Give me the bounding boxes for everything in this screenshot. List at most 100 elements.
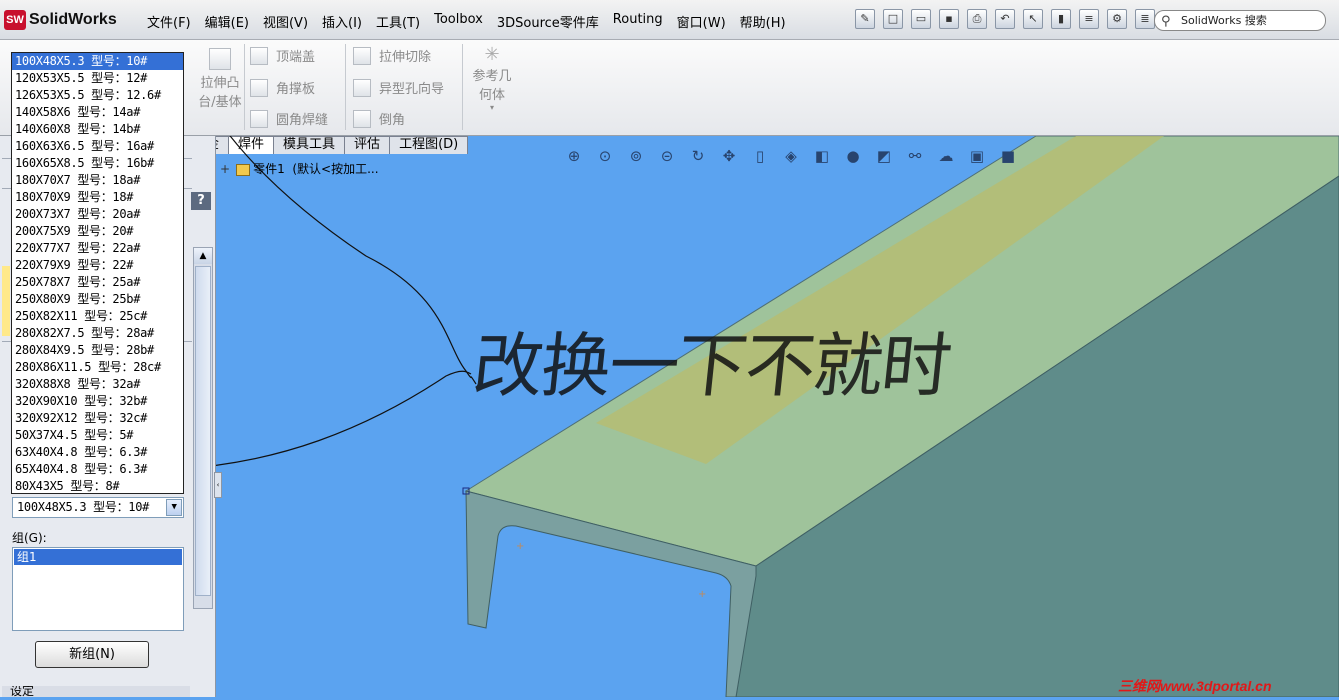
- view-settings-icon[interactable]: ⚯: [904, 146, 926, 166]
- profile-option[interactable]: 280X84X9.5 型号：28b#: [12, 342, 183, 359]
- help-icon[interactable]: ?: [191, 192, 211, 210]
- reference-geometry-button[interactable]: ✳ 参考几何体 ▾: [470, 44, 514, 112]
- profile-option[interactable]: 140X60X8 型号：14b#: [12, 121, 183, 138]
- menu-help[interactable]: 帮助(H): [733, 12, 793, 31]
- search-box[interactable]: ⚲ SolidWorks 搜索: [1154, 10, 1326, 31]
- heads-up-view-toolbar: ⊕ ⊙ ⊚ ⊝ ↻ ✥ ▯ ◈ ◧ ● ◩ ⚯ ☁ ▣ ■: [563, 146, 1019, 168]
- zoom-to-area-icon[interactable]: ⊙: [594, 146, 616, 166]
- file-properties-icon[interactable]: ≡: [1079, 9, 1099, 29]
- profile-option[interactable]: 100X48X5.3 型号：10#: [12, 53, 183, 70]
- menu-file[interactable]: 文件(F): [140, 12, 198, 31]
- logo-badge: SW: [4, 10, 26, 30]
- panel-collapse-handle[interactable]: ‹: [214, 472, 222, 498]
- pan-icon[interactable]: ✥: [718, 146, 740, 166]
- profile-option[interactable]: 320X92X12 型号：32c#: [12, 410, 183, 427]
- profile-option[interactable]: 180X70X9 型号：18#: [12, 189, 183, 206]
- group-list[interactable]: 组1: [12, 547, 184, 631]
- profile-option[interactable]: 280X82X7.5 型号：28a#: [12, 325, 183, 342]
- feature-tree-root[interactable]: + 零件1 (默认<按加工...: [220, 160, 379, 177]
- profile-option[interactable]: 250X78X7 型号：25a#: [12, 274, 183, 291]
- solidworks-logo[interactable]: SW SolidWorks: [4, 8, 117, 32]
- fillet-bead-label: 圆角焊缝: [276, 113, 329, 128]
- profile-select[interactable]: 100X48X5.3 型号：10# ▼: [12, 497, 184, 518]
- sketch-point-marker: +: [698, 589, 706, 600]
- profile-option[interactable]: 250X82X11 型号：25c#: [12, 308, 183, 325]
- pin-icon[interactable]: ✎: [855, 9, 875, 29]
- menu-toolbox[interactable]: Toolbox: [427, 12, 490, 31]
- menu-3dsource[interactable]: 3DSource零件库: [490, 12, 606, 31]
- ribbon-separator: [244, 44, 245, 130]
- profile-option[interactable]: 120X53X5.5 型号：12#: [12, 70, 183, 87]
- end-cap-icon: [250, 46, 268, 65]
- extruded-cut-button[interactable]: 拉伸切除: [353, 46, 431, 65]
- scene-icon[interactable]: ☁: [935, 146, 957, 166]
- render-tools-icon[interactable]: ▣: [966, 146, 988, 166]
- profile-option[interactable]: 280X86X11.5 型号：28c#: [12, 359, 183, 376]
- scroll-thumb[interactable]: [195, 266, 211, 596]
- menu-tools[interactable]: 工具(T): [369, 12, 427, 31]
- profile-option[interactable]: 320X88X8 型号：32a#: [12, 376, 183, 393]
- profile-option[interactable]: 200X75X9 型号：20#: [12, 223, 183, 240]
- menu-edit[interactable]: 编辑(E): [198, 12, 256, 31]
- hide-show-icon[interactable]: ●: [842, 146, 864, 166]
- menu-window[interactable]: 窗口(W): [670, 12, 733, 31]
- rebuild-icon[interactable]: ▮: [1051, 9, 1071, 29]
- profile-option[interactable]: 140X58X6 型号：14a#: [12, 104, 183, 121]
- display-style-icon[interactable]: ◧: [811, 146, 833, 166]
- graphics-area[interactable]: + + 改换一下不就时: [185, 45, 1339, 698]
- group-list-item[interactable]: 组1: [14, 549, 182, 565]
- select-icon[interactable]: ↖: [1023, 9, 1043, 29]
- command-manager: 拉伸凸台/基体 顶端盖 角撑板 圆角焊缝 拉伸切除 异型孔向导 倒角 ✳ 参考几…: [0, 40, 1339, 136]
- chevron-down-icon[interactable]: ▼: [166, 499, 182, 516]
- extruded-cut-label: 拉伸切除: [379, 50, 432, 65]
- view-orientation-icon[interactable]: ◈: [780, 146, 802, 166]
- save-icon[interactable]: ▪: [939, 9, 959, 29]
- section-view-icon[interactable]: ▯: [749, 146, 771, 166]
- quick-access-toolbar: ✎ □ ▭ ▪ ⎙ ↶ ↖ ▮ ≡ ⚙ ≣: [855, 9, 1155, 29]
- new-document-icon[interactable]: □: [883, 9, 903, 29]
- open-icon[interactable]: ▭: [911, 9, 931, 29]
- profile-option[interactable]: 250X80X9 型号：25b#: [12, 291, 183, 308]
- options-icon[interactable]: ⚙: [1107, 9, 1127, 29]
- profile-option[interactable]: 180X70X7 型号：18a#: [12, 172, 183, 189]
- profile-option[interactable]: 220X77X7 型号：22a#: [12, 240, 183, 257]
- profile-option[interactable]: 63X40X4.8 型号：6.3#: [12, 444, 183, 461]
- undo-icon[interactable]: ↶: [995, 9, 1015, 29]
- zoom-to-fit-icon[interactable]: ⊕: [563, 146, 585, 166]
- profile-option[interactable]: 160X65X8.5 型号：16b#: [12, 155, 183, 172]
- profile-option[interactable]: 65X40X4.8 型号：6.3#: [12, 461, 183, 478]
- site-watermark: 三维网www.3dportal.cn: [1118, 678, 1272, 694]
- macro-icon[interactable]: ≣: [1135, 9, 1155, 29]
- menu-routing[interactable]: Routing: [606, 12, 670, 31]
- panel-scrollbar[interactable]: ▲: [193, 247, 213, 609]
- settings-section-header[interactable]: 设定: [2, 686, 190, 697]
- new-group-button[interactable]: 新组(N): [35, 641, 149, 668]
- profile-option[interactable]: 320X90X10 型号：32b#: [12, 393, 183, 410]
- hole-wizard-button[interactable]: 异型孔向导: [353, 78, 444, 97]
- scroll-up-icon[interactable]: ▲: [194, 248, 212, 264]
- expand-icon[interactable]: +: [220, 162, 230, 176]
- chamfer-label: 倒角: [379, 113, 406, 128]
- profile-option[interactable]: 220X79X9 型号：22#: [12, 257, 183, 274]
- profile-option[interactable]: 200X73X7 型号：20a#: [12, 206, 183, 223]
- profile-option[interactable]: 126X53X5.5 型号：12.6#: [12, 87, 183, 104]
- gusset-button[interactable]: 角撑板: [250, 78, 315, 97]
- chamfer-button[interactable]: 倒角: [353, 109, 405, 128]
- profile-option[interactable]: 50X37X4.5 型号：5#: [12, 427, 183, 444]
- cube-view-icon[interactable]: ■: [997, 146, 1019, 166]
- zoom-in-out-icon[interactable]: ⊚: [625, 146, 647, 166]
- edit-appearance-icon[interactable]: ◩: [873, 146, 895, 166]
- print-icon[interactable]: ⎙: [967, 9, 987, 29]
- search-placeholder: SolidWorks 搜索: [1181, 14, 1267, 27]
- gusset-label: 角撑板: [276, 82, 316, 97]
- profile-option[interactable]: 160X63X6.5 型号：16a#: [12, 138, 183, 155]
- fillet-bead-button[interactable]: 圆角焊缝: [250, 109, 328, 128]
- profile-dropdown-list[interactable]: 100X48X5.3 型号：10# 120X53X5.5 型号：12# 126X53…: [11, 52, 184, 494]
- extrude-boss-button[interactable]: 拉伸凸台/基体: [196, 48, 244, 110]
- menu-view[interactable]: 视图(V): [256, 12, 315, 31]
- zoom-selection-icon[interactable]: ⊝: [656, 146, 678, 166]
- end-cap-button[interactable]: 顶端盖: [250, 46, 315, 65]
- menu-insert[interactable]: 插入(I): [315, 12, 369, 31]
- profile-option[interactable]: 80X43X5 型号：8#: [12, 478, 183, 493]
- rotate-view-icon[interactable]: ↻: [687, 146, 709, 166]
